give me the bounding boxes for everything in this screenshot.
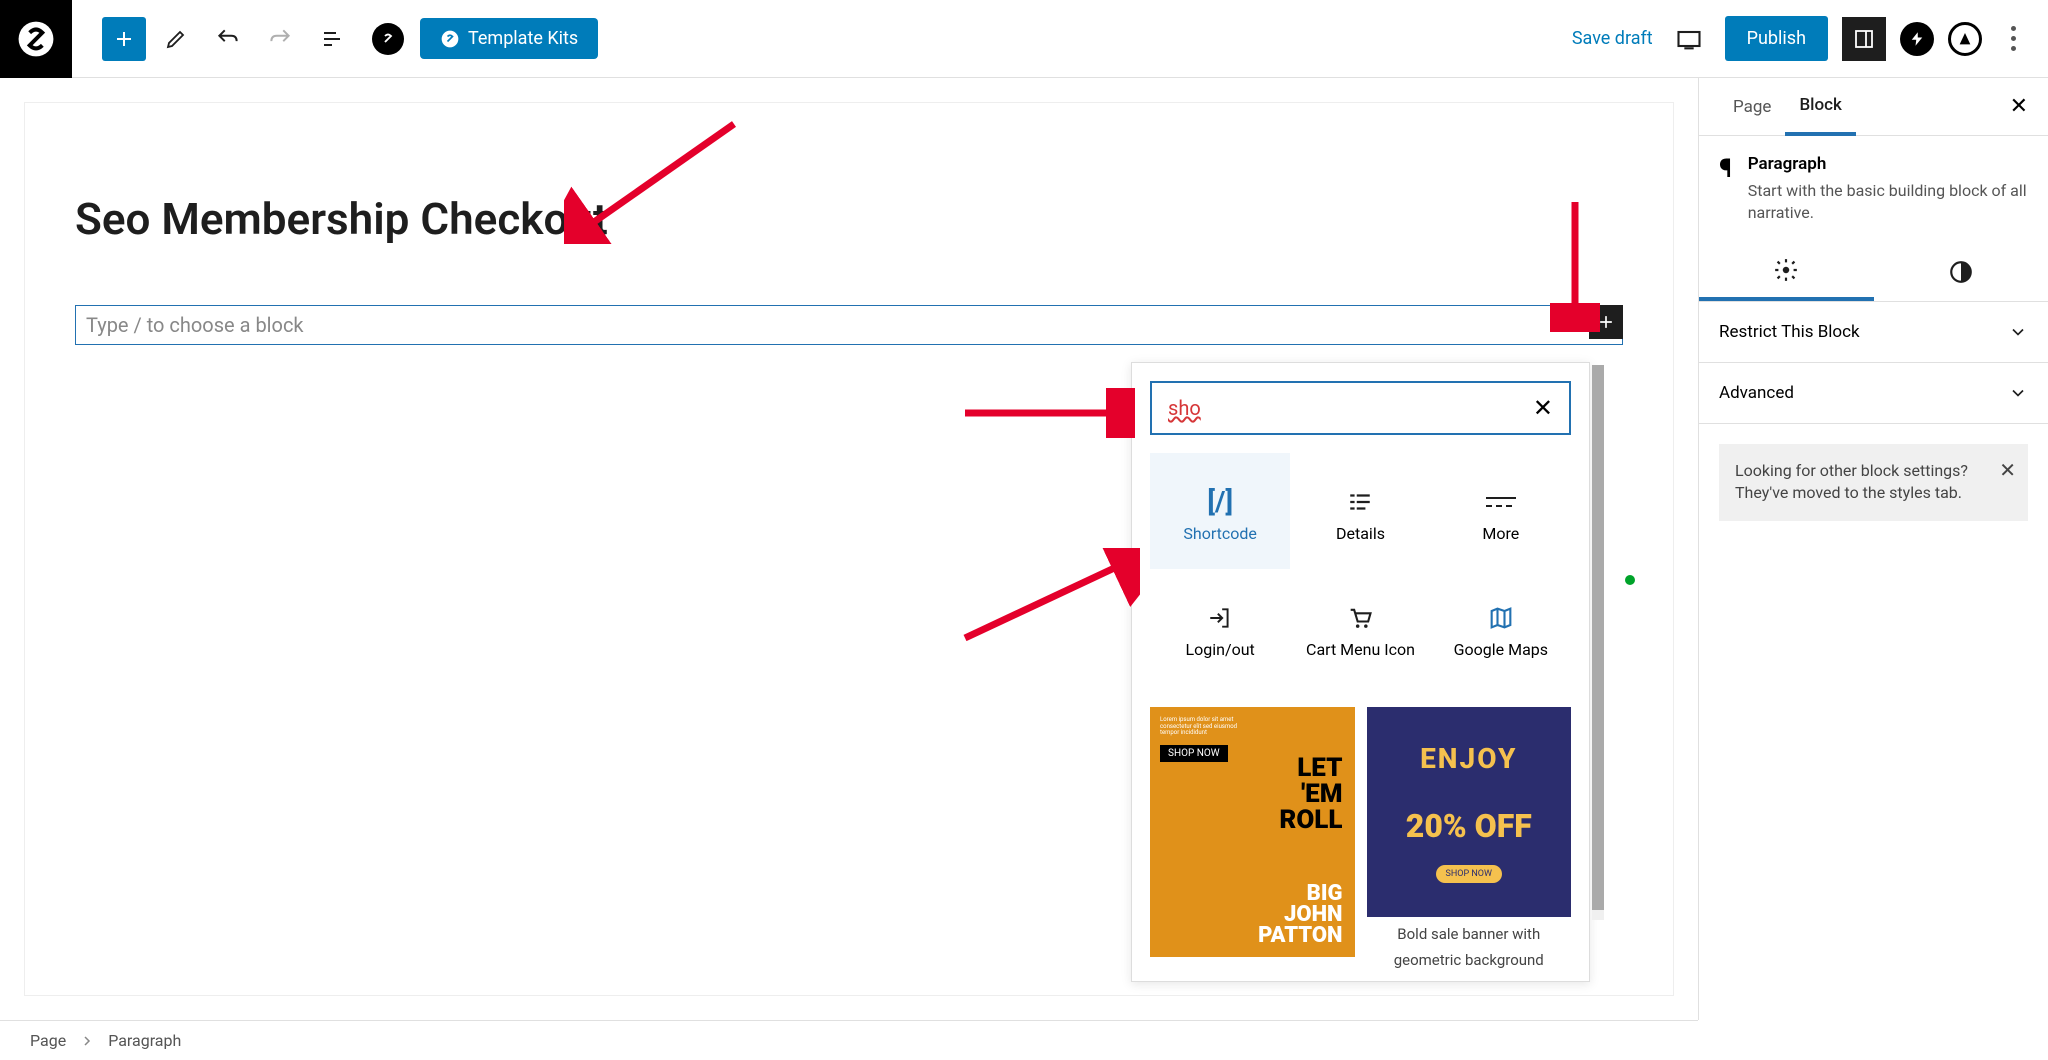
document-overview-icon[interactable] — [310, 17, 354, 61]
block-option-cart[interactable]: Cart Menu Icon — [1290, 569, 1430, 685]
block-option-shortcode[interactable]: [/] Shortcode — [1150, 453, 1290, 569]
block-picker-popover: sho ✕ [/] Shortcode Details More Login/o… — [1131, 362, 1590, 982]
panel-restrict-block[interactable]: Restrict This Block — [1699, 302, 2048, 363]
add-block-inline-button[interactable] — [1589, 305, 1623, 339]
page-title[interactable]: Seo Membership Checkout — [75, 193, 1623, 245]
template-kits-button[interactable]: Template Kits — [420, 18, 598, 59]
panel-advanced[interactable]: Advanced — [1699, 363, 2048, 424]
settings-toggle-icon[interactable] — [1842, 17, 1886, 61]
block-picker-search[interactable]: sho ✕ — [1150, 381, 1571, 435]
edit-tool-icon[interactable] — [154, 17, 198, 61]
paragraph-icon: ¶ — [1719, 154, 1732, 225]
pattern-card-2[interactable]: ENJOY 20% OFF SHOP NOW Bold sale banner … — [1367, 707, 1572, 969]
block-name: Paragraph — [1748, 154, 2028, 174]
breadcrumb: Page Paragraph — [0, 1020, 1698, 1060]
pattern-card-1[interactable]: Lorem ipsum dolor sit amet consectetur e… — [1150, 707, 1355, 969]
settings-sidebar: Page Block ✕ ¶ Paragraph Start with the … — [1698, 78, 2048, 1020]
breadcrumb-page[interactable]: Page — [30, 1031, 66, 1050]
breadcrumb-block[interactable]: Paragraph — [108, 1031, 181, 1050]
block-option-more[interactable]: More — [1431, 453, 1571, 569]
preview-icon[interactable] — [1667, 17, 1711, 61]
tip-close-icon[interactable]: ✕ — [1999, 456, 2016, 484]
save-draft-button[interactable]: Save draft — [1572, 28, 1653, 49]
block-option-maps[interactable]: Google Maps — [1431, 569, 1571, 685]
close-sidebar-icon[interactable]: ✕ — [2010, 94, 2028, 119]
picker-scrollbar[interactable] — [1592, 365, 1604, 920]
block-option-details[interactable]: Details — [1290, 453, 1430, 569]
redo-icon[interactable] — [258, 17, 302, 61]
tab-page[interactable]: Page — [1719, 78, 1785, 136]
plugin-icon-1[interactable] — [1900, 22, 1934, 56]
settings-tab-styles[interactable] — [1874, 243, 2048, 301]
block-placeholder: Type / to choose a block — [86, 313, 1612, 337]
settings-tip: Looking for other block settings? They'v… — [1719, 444, 2028, 521]
paragraph-block[interactable]: Type / to choose a block — [75, 305, 1623, 345]
more-options-icon[interactable] — [1996, 26, 2030, 51]
undo-icon[interactable] — [206, 17, 250, 61]
template-kits-label: Template Kits — [468, 28, 578, 49]
publish-button[interactable]: Publish — [1725, 16, 1828, 61]
add-block-toolbar-button[interactable] — [102, 17, 146, 61]
site-logo[interactable] — [0, 0, 72, 78]
envato-icon[interactable] — [372, 23, 404, 55]
tab-block[interactable]: Block — [1785, 78, 1855, 136]
plugin-icon-2[interactable] — [1948, 22, 1982, 56]
block-description: Start with the basic building block of a… — [1748, 180, 2028, 225]
search-value: sho — [1168, 396, 1533, 420]
settings-tab-general[interactable] — [1699, 243, 1874, 301]
clear-search-icon[interactable]: ✕ — [1533, 394, 1553, 422]
status-dot — [1625, 575, 1635, 585]
block-option-login[interactable]: Login/out — [1150, 569, 1290, 685]
